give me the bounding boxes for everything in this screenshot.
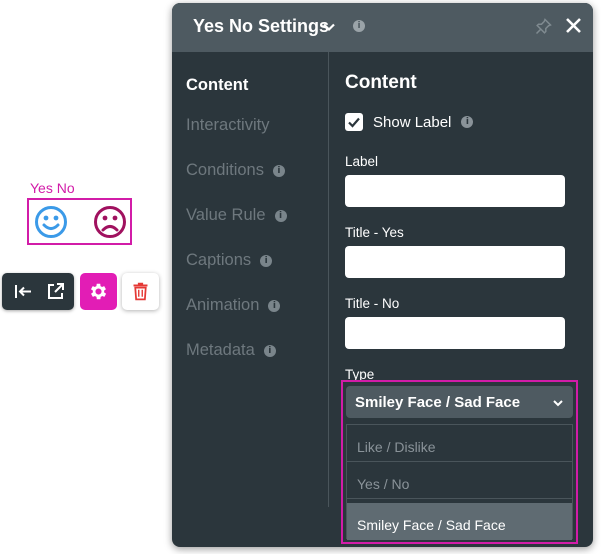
nav-item-label: Captions xyxy=(186,251,252,269)
show-label-checkbox[interactable] xyxy=(345,113,363,131)
smiley-face-icon[interactable] xyxy=(34,205,68,239)
nav-item-label: Conditions xyxy=(186,161,264,179)
type-select[interactable]: Smiley Face / Sad Face xyxy=(346,386,573,418)
gear-icon xyxy=(90,283,107,300)
title-yes-label: Title - Yes xyxy=(345,225,404,240)
pin-icon[interactable] xyxy=(535,18,552,35)
panel-divider xyxy=(328,52,329,507)
sad-face-icon[interactable] xyxy=(93,205,127,239)
panel-header: Yes No Settings i xyxy=(172,3,593,52)
nav-item-content[interactable]: Content xyxy=(186,76,248,95)
title-yes-input[interactable] xyxy=(345,246,565,278)
nav-item-conditions[interactable]: Conditions i xyxy=(186,161,285,180)
nav-item-metadata[interactable]: Metadata i xyxy=(186,341,276,360)
title-no-label: Title - No xyxy=(345,296,400,311)
nav-item-animation[interactable]: Animation i xyxy=(186,296,281,315)
nav-item-label: Animation xyxy=(186,296,260,314)
info-icon[interactable]: i xyxy=(272,164,285,177)
chevron-down-icon xyxy=(553,400,563,407)
nav-item-value-rule[interactable]: Value Rule i xyxy=(186,206,287,225)
settings-nav: Content Interactivity Conditions i Value… xyxy=(172,52,328,547)
info-icon[interactable]: i xyxy=(274,209,287,222)
show-label-row: Show Label i xyxy=(345,113,474,131)
nav-item-interactivity[interactable]: Interactivity xyxy=(186,116,269,135)
close-icon[interactable] xyxy=(564,16,583,35)
chevron-down-icon[interactable] xyxy=(322,20,336,34)
widget-toolbar xyxy=(2,273,74,310)
info-icon[interactable]: i xyxy=(353,20,365,32)
content-title: Content xyxy=(345,72,417,93)
info-icon[interactable]: i xyxy=(461,116,474,128)
panel-title[interactable]: Yes No Settings xyxy=(193,16,329,37)
show-label-text: Show Label xyxy=(373,113,452,131)
type-option-smiley-sad[interactable]: Smiley Face / Sad Face xyxy=(347,503,572,540)
trash-icon xyxy=(133,282,148,301)
title-no-input[interactable] xyxy=(345,317,565,349)
collapse-left-icon[interactable] xyxy=(14,282,33,301)
yes-no-widget[interactable] xyxy=(27,198,132,245)
external-link-icon[interactable] xyxy=(46,282,65,301)
nav-item-label: Interactivity xyxy=(186,116,270,134)
info-icon[interactable]: i xyxy=(268,299,281,312)
nav-item-label: Value Rule xyxy=(186,206,266,224)
checkmark-icon xyxy=(348,117,360,128)
settings-panel: Yes No Settings i Content Interactivity … xyxy=(172,3,593,547)
widget-label: Yes No xyxy=(30,180,75,196)
type-option-like-dislike[interactable]: Like / Dislike xyxy=(347,425,572,462)
type-option-yes-no[interactable]: Yes / No xyxy=(347,462,572,499)
type-select-value: Smiley Face / Sad Face xyxy=(355,394,521,411)
nav-item-captions[interactable]: Captions i xyxy=(186,251,273,270)
info-icon[interactable]: i xyxy=(260,254,273,267)
nav-item-label: Content xyxy=(186,76,249,94)
nav-item-label: Metadata xyxy=(186,341,255,359)
label-field-label: Label xyxy=(345,154,379,169)
info-icon[interactable]: i xyxy=(263,344,276,357)
type-dropdown: Like / Dislike Yes / No Smiley Face / Sa… xyxy=(346,424,573,540)
settings-button[interactable] xyxy=(80,273,117,310)
label-input[interactable] xyxy=(345,175,565,207)
delete-button[interactable] xyxy=(122,273,159,310)
